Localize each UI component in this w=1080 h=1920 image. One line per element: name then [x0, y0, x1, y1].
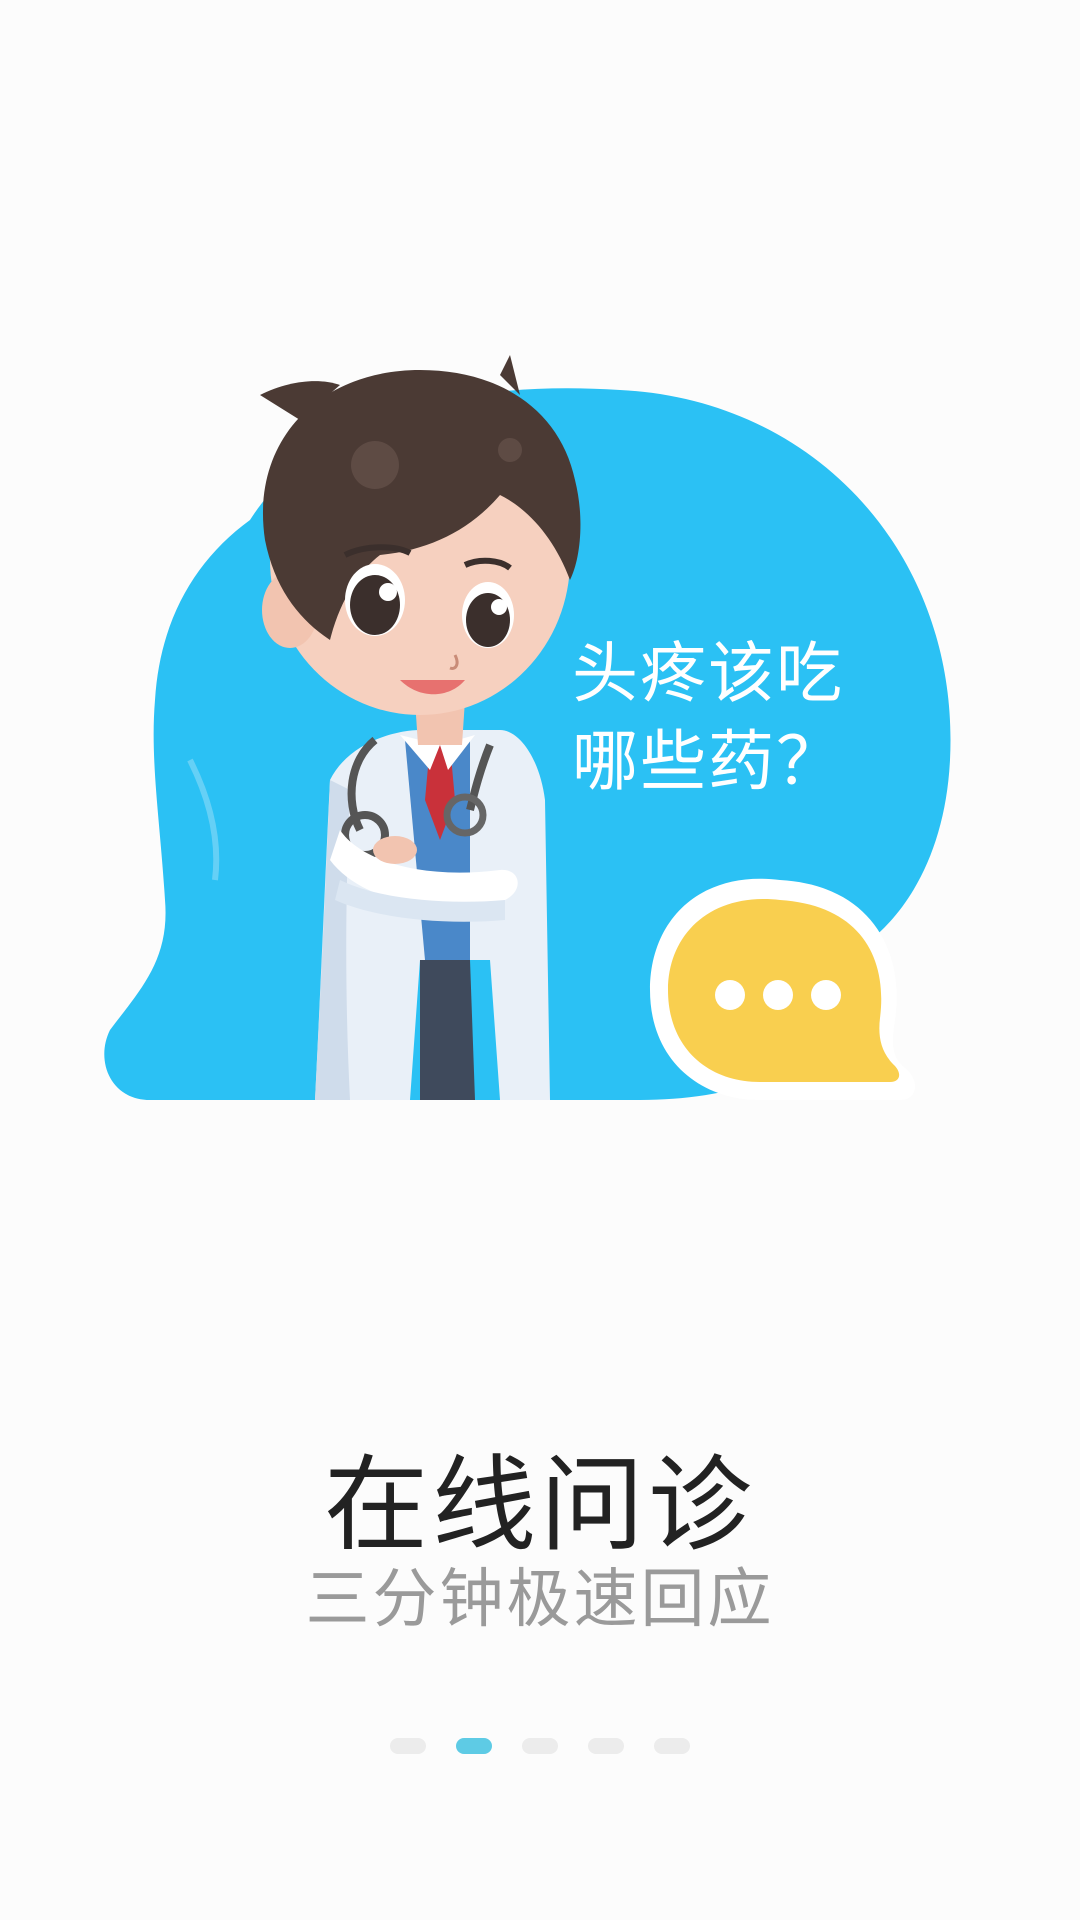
page-indicator [0, 1738, 1080, 1754]
speech-line-2: 哪些药？ [572, 723, 844, 800]
page-dot-5[interactable] [654, 1738, 690, 1754]
page-dot-1[interactable] [390, 1738, 426, 1754]
onboarding-screen[interactable]: 头疼该吃 哪些药？ 在线问诊 三分钟极速回应 [0, 0, 1080, 1920]
doctor-illustration: 头疼该吃 哪些药？ [0, 0, 1080, 1130]
page-dot-2-active[interactable] [456, 1738, 492, 1754]
page-dot-3[interactable] [522, 1738, 558, 1754]
feature-title: 在线问诊 [323, 1444, 756, 1566]
speech-bubble-text: 头疼该吃 哪些药？ [572, 630, 872, 806]
page-dot-4[interactable] [588, 1738, 624, 1754]
speech-line-1: 头疼该吃 [572, 635, 844, 712]
feature-subtitle: 三分钟极速回应 [305, 1563, 775, 1637]
